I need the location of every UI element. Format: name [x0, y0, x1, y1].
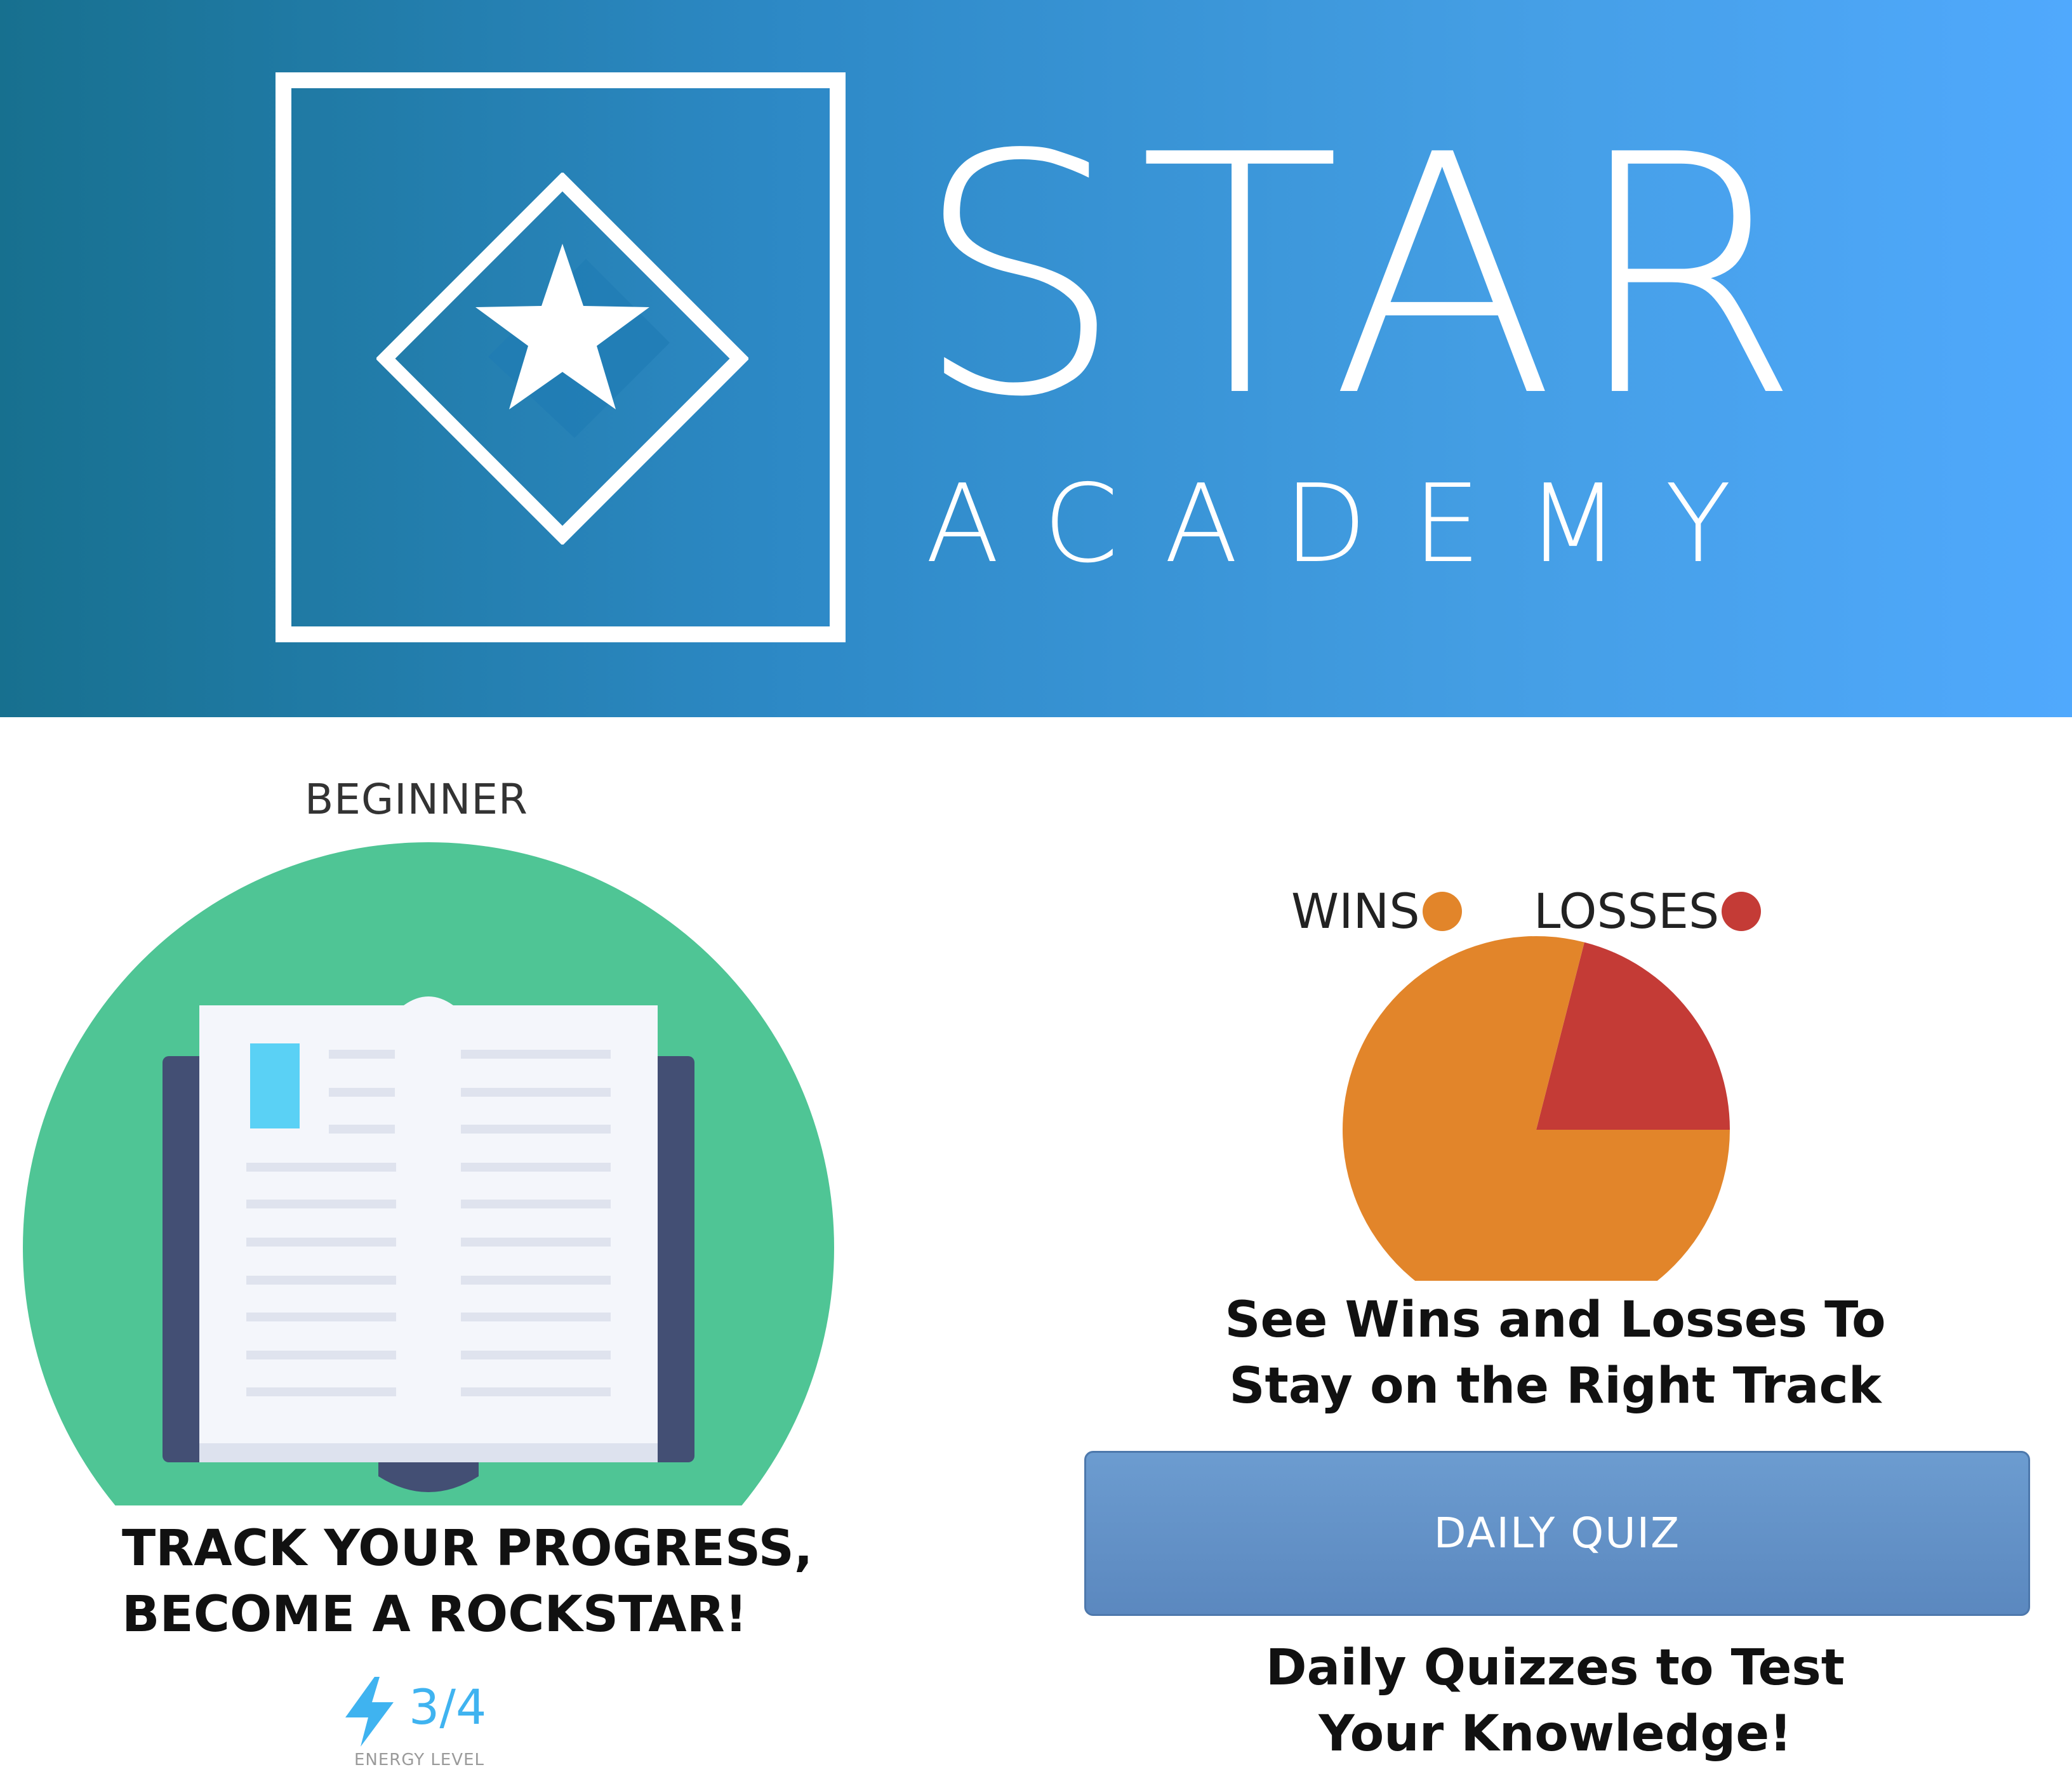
progress-caption-line-1: TRACK YOUR PROGRESS,	[122, 1520, 813, 1577]
level-label: BEGINNER	[305, 775, 528, 824]
stats-caption-line-1: See Wins and Losses To	[1225, 1292, 1886, 1349]
page: STAR ACADEMY BEGINNER TRACK YOUR PROGRES…	[0, 0, 2072, 1786]
quiz-caption: Daily Quizzes to Test Your Knowledge!	[1206, 1635, 1904, 1775]
daily-quiz-button[interactable]: DAILY QUIZ	[1084, 1451, 2030, 1616]
lightning-bolt-icon	[345, 1677, 394, 1747]
wins-losses-pie-chart	[1343, 936, 1730, 1281]
legend-dot-losses	[1722, 892, 1762, 931]
stats-caption-line-2: Stay on the Right Track	[1229, 1358, 1882, 1415]
legend-dot-wins	[1422, 892, 1462, 931]
stats-caption: See Wins and Losses To Stay on the Right…	[1206, 1287, 1904, 1427]
brand-subtitle: ACADEMY	[926, 461, 1777, 587]
energy-value: 3/4	[409, 1679, 487, 1735]
progress-caption-line-2: BECOME A ROCKSTAR!	[122, 1586, 748, 1643]
quiz-caption-line-2: Your Knowledge!	[1318, 1705, 1792, 1763]
energy-label: ENERGY LEVEL	[354, 1750, 484, 1769]
brand-title: STAR	[914, 84, 1816, 469]
quiz-caption-line-1: Daily Quizzes to Test	[1265, 1639, 1845, 1697]
progress-caption: TRACK YOUR PROGRESS, BECOME A ROCKSTAR!	[122, 1516, 820, 1662]
star-diamond-icon	[376, 173, 748, 545]
energy-level-indicator: 3/4 ENERGY LEVEL	[343, 1676, 533, 1771]
header-banner: STAR ACADEMY	[0, 0, 2072, 717]
